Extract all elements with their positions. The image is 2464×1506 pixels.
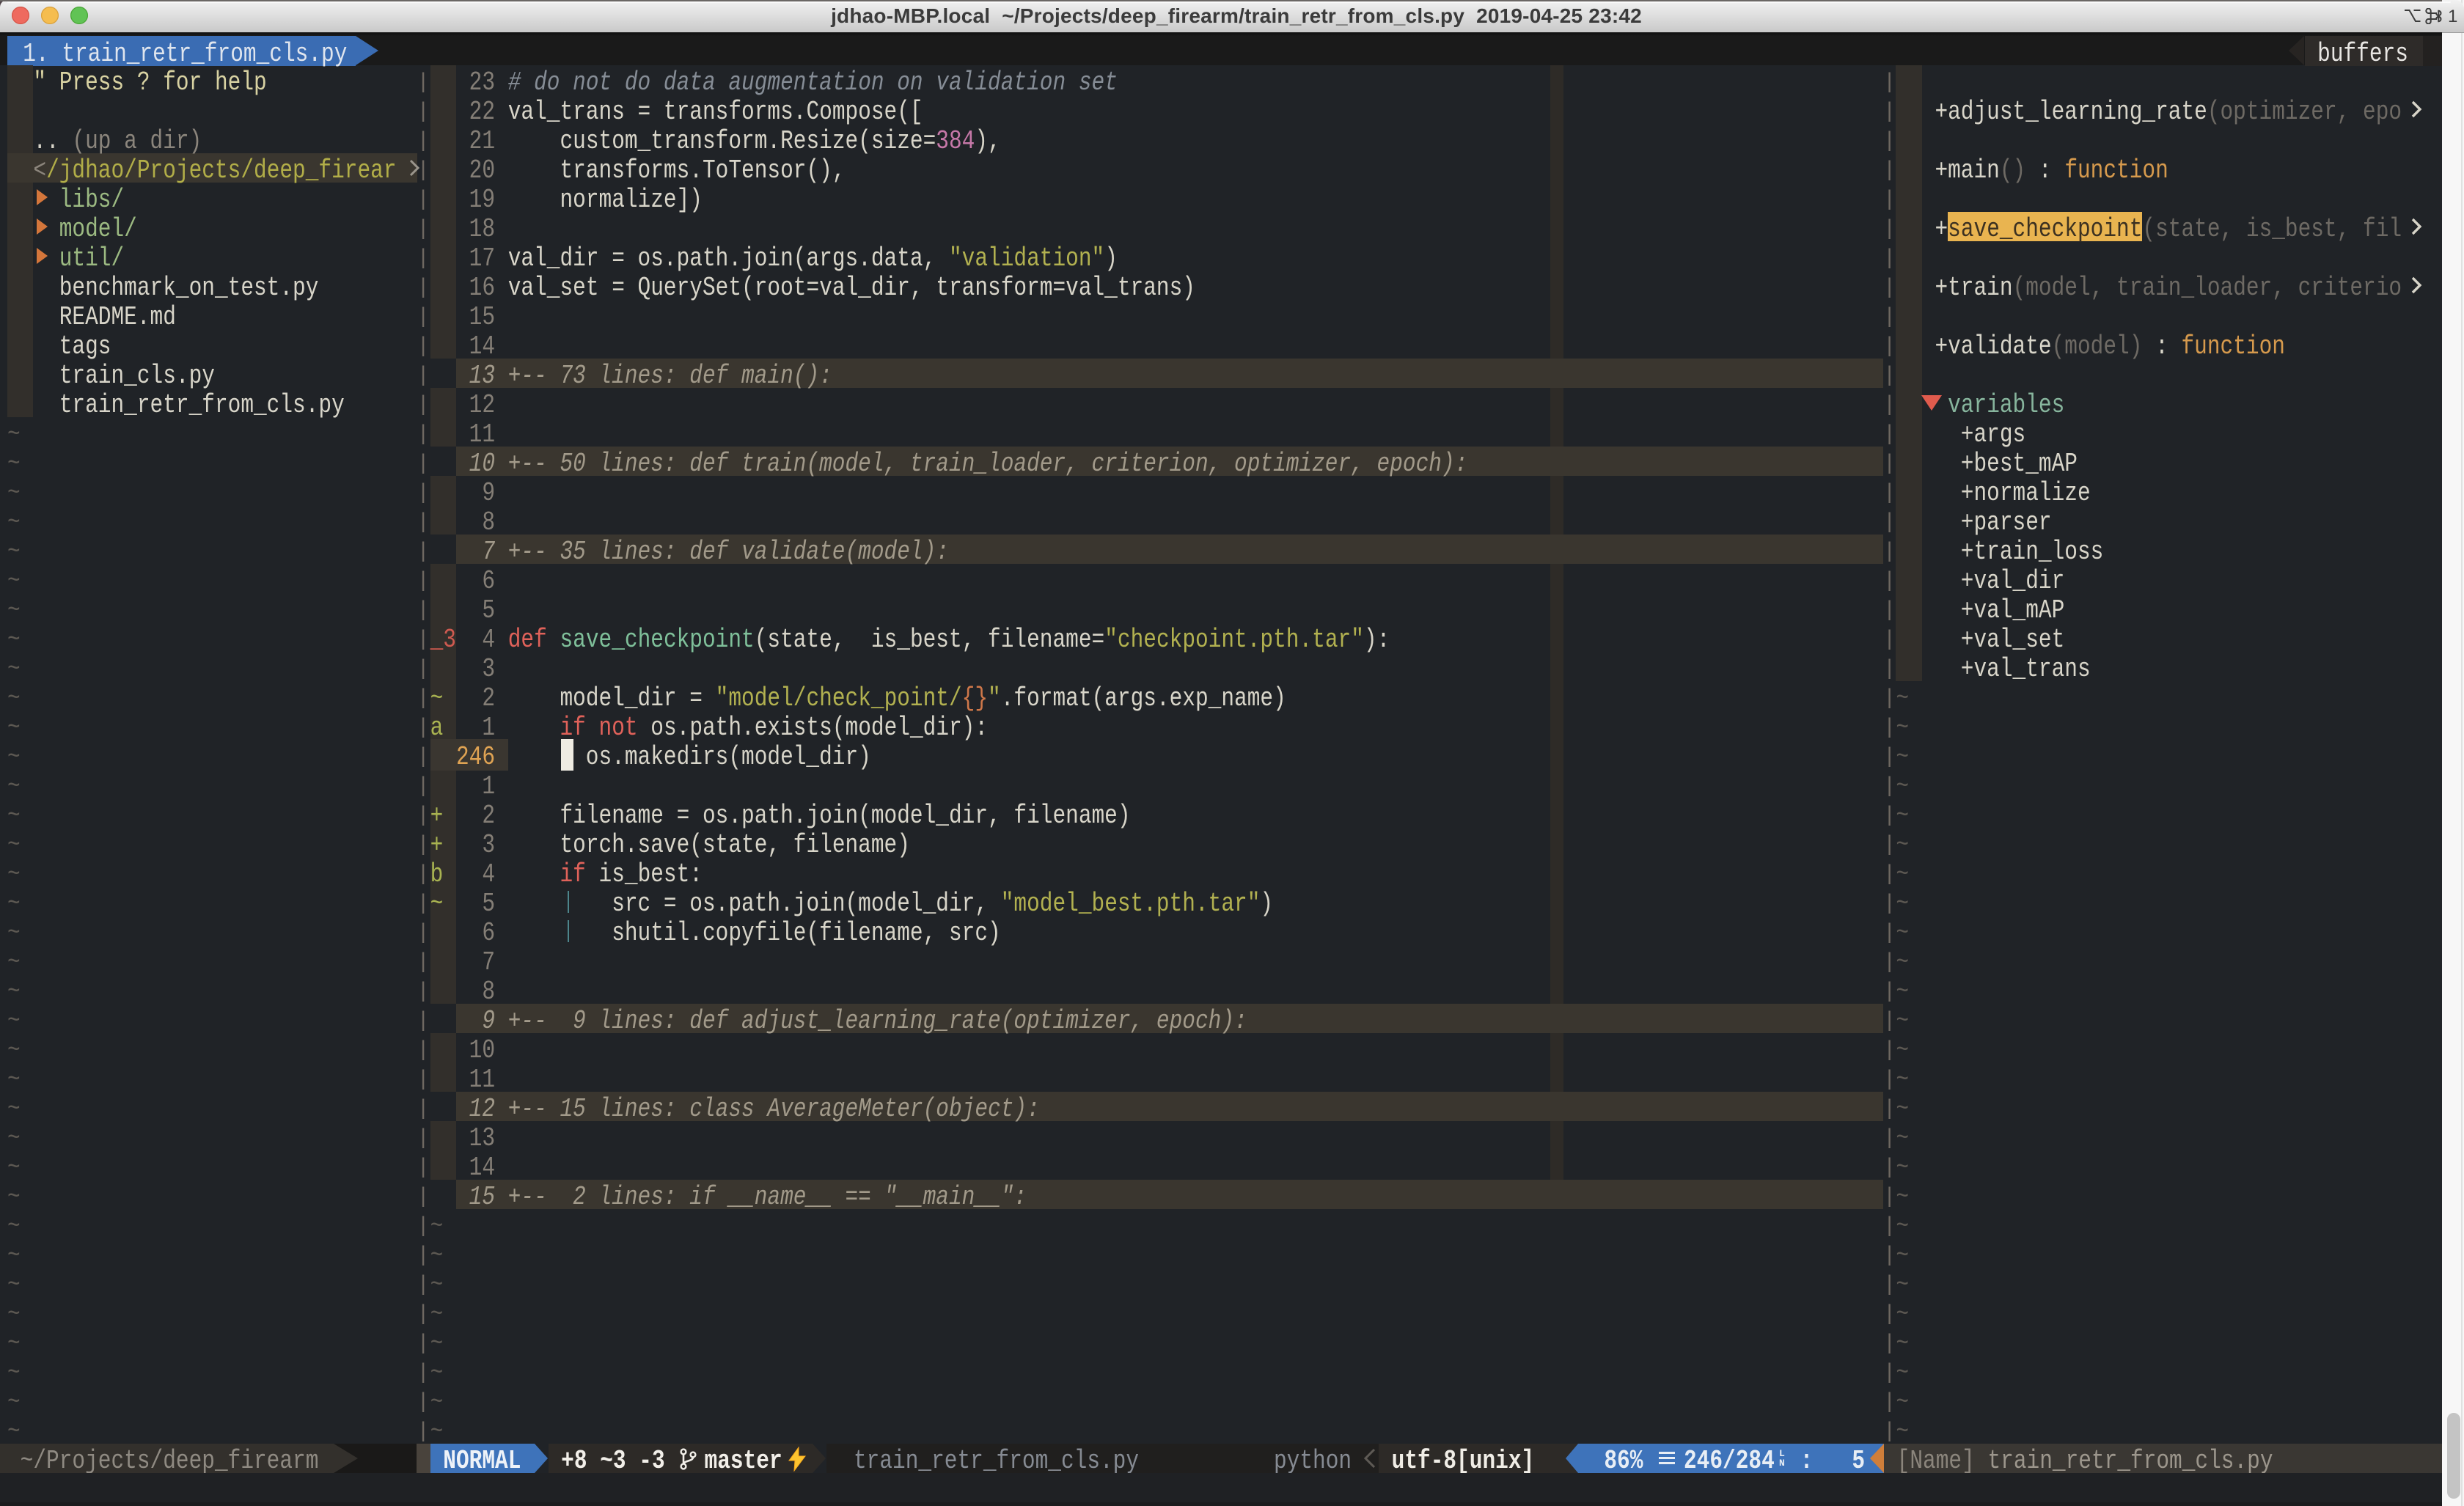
svg-text:1: 1: [2448, 8, 2457, 24]
